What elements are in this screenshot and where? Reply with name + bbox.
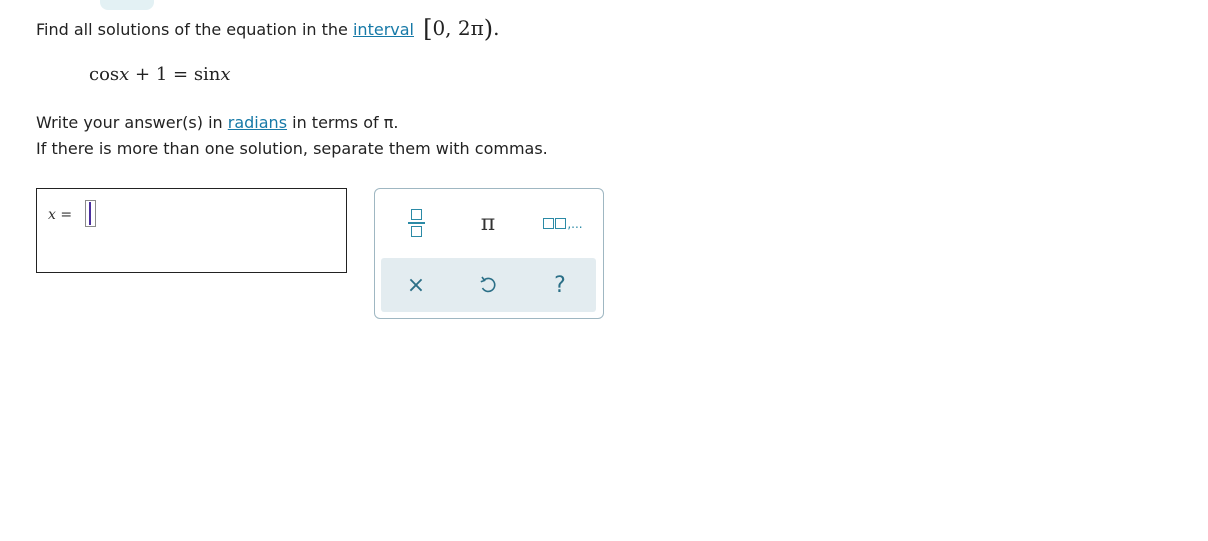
instruction-radians: Write your answer(s) in radians in terms… <box>36 113 398 133</box>
undo-button[interactable] <box>469 267 507 303</box>
answer-label-var: x <box>48 207 56 223</box>
equation: cosx + 1 = sinx <box>89 64 231 85</box>
undo-icon <box>480 276 496 293</box>
help-button[interactable]: ? <box>541 267 579 303</box>
answer-box: x = <box>36 188 347 273</box>
top-tab-indicator <box>100 0 154 10</box>
interval-link[interactable]: interval <box>353 20 414 39</box>
clear-button[interactable]: × <box>397 267 435 303</box>
instruction1-post: in terms of π. <box>287 113 399 132</box>
interval-close-bracket: ) <box>483 15 494 43</box>
answer-label: x = <box>48 207 72 223</box>
equation-cos: cos <box>89 64 120 85</box>
prompt-text: Find all solutions of the equation in th… <box>36 20 353 39</box>
list-button[interactable]: ,... <box>535 203 591 243</box>
fraction-icon <box>407 209 425 237</box>
interval-value: 0, 2π <box>432 16 484 40</box>
math-keypad: π ,... × ? <box>374 188 604 319</box>
answer-input[interactable] <box>85 200 96 227</box>
equation-var-x2: x <box>220 64 231 85</box>
interval-period: . <box>493 16 500 40</box>
list-suffix: ,... <box>567 216 583 231</box>
equation-middle: + 1 = sin <box>129 64 221 85</box>
equation-var-x1: x <box>119 64 130 85</box>
instruction-commas: If there is more than one solution, sepa… <box>36 139 548 158</box>
keypad-actions: × ? <box>381 258 596 312</box>
fraction-button[interactable] <box>397 203 435 243</box>
question-prompt: Find all solutions of the equation in th… <box>36 15 500 43</box>
pi-button[interactable]: π <box>469 203 507 243</box>
radians-link[interactable]: radians <box>228 113 287 132</box>
answer-label-eq: = <box>55 207 73 223</box>
interval-expression: [0, 2π). <box>423 15 500 43</box>
list-icon: ,... <box>543 216 583 231</box>
instruction1-pre: Write your answer(s) in <box>36 113 228 132</box>
